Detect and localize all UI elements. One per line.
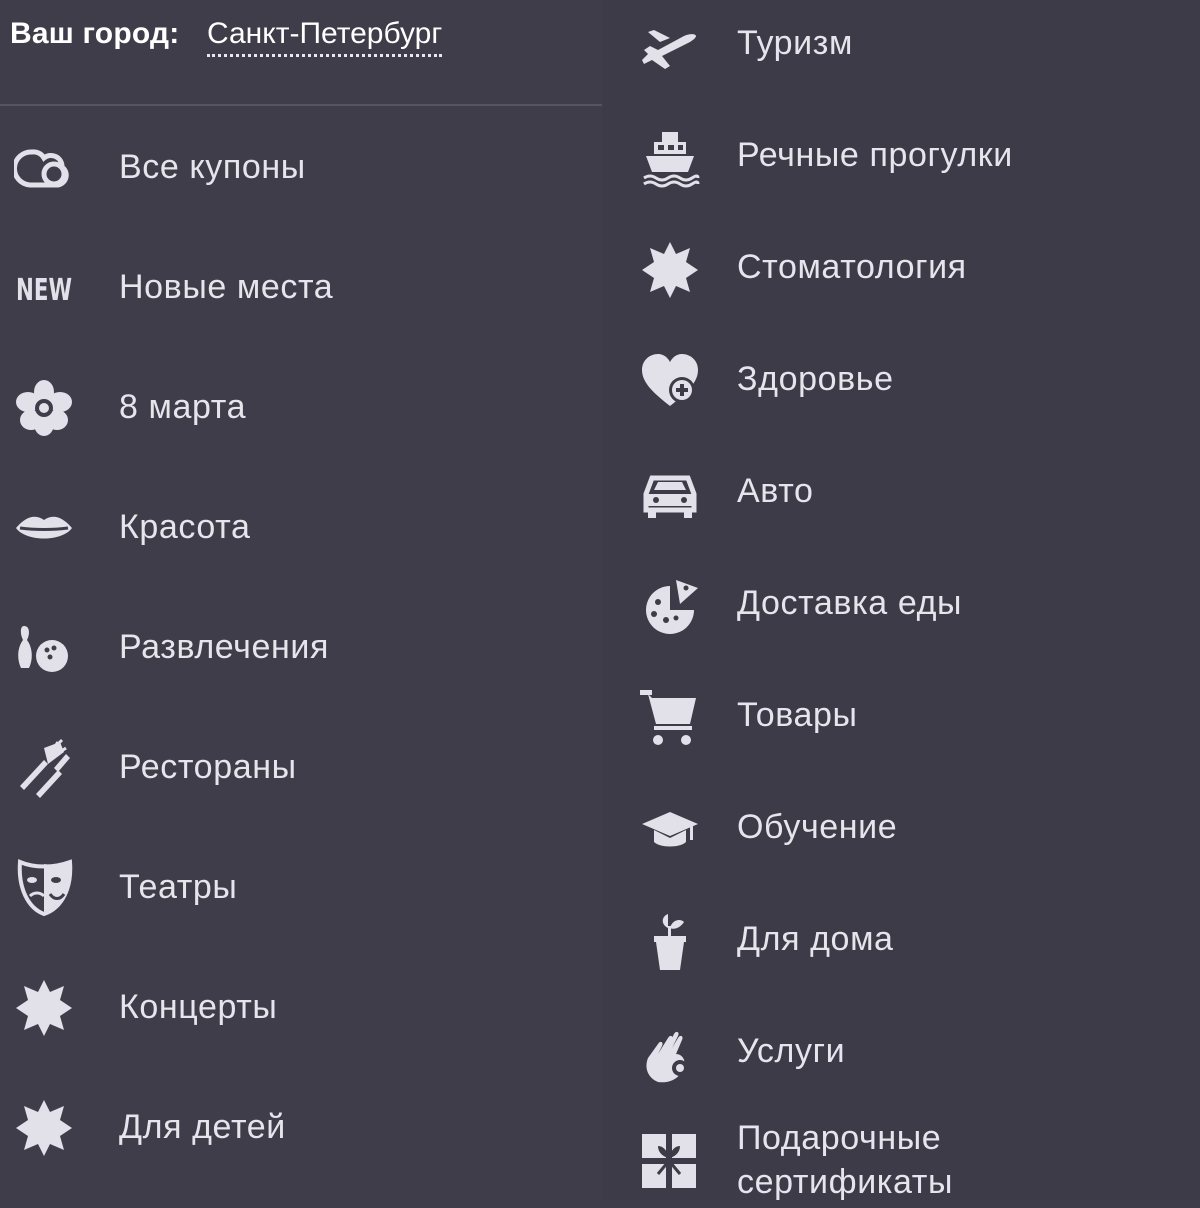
cutlery-icon — [14, 738, 74, 798]
pizza-icon — [640, 576, 700, 636]
menu-item-gift-certificates[interactable]: Подарочные сертификаты — [640, 1118, 1180, 1208]
star-burst-icon — [14, 1098, 74, 1158]
menu-item-services[interactable]: Услуги — [640, 1028, 1180, 1108]
coupons-icon — [14, 138, 74, 198]
menu-item-label: Для детей — [119, 1108, 286, 1146]
menu-item-label: Рестораны — [119, 748, 297, 786]
menu-item-all-coupons[interactable]: Все купоны — [14, 138, 584, 218]
menu-item-beauty[interactable]: Красота — [14, 498, 584, 578]
menu-item-kids[interactable]: Для детей — [14, 1098, 584, 1178]
menu-item-label: Здоровье — [737, 360, 894, 398]
ship-icon — [640, 128, 700, 188]
menu-item-label: Речные прогулки — [737, 136, 1013, 174]
menu-item-label: Для дома — [737, 920, 894, 958]
theater-mask-icon — [14, 858, 74, 918]
menu-item-label: Новые места — [119, 268, 334, 306]
menu-item-education[interactable]: Обучение — [640, 804, 1180, 884]
menu-item-label: Красота — [119, 508, 251, 546]
graduation-cap-icon — [640, 800, 700, 860]
menu-item-health[interactable]: Здоровье — [640, 354, 1180, 436]
heart-plus-icon — [640, 352, 700, 412]
menu-item-theaters[interactable]: Театры — [14, 858, 584, 938]
menu-item-label: Концерты — [119, 988, 278, 1026]
menu-item-dentistry[interactable]: Стоматология — [640, 242, 1180, 324]
hand-ok-icon — [640, 1024, 700, 1084]
menu-item-label: Доставка еды — [737, 584, 963, 622]
menu-item-label: Авто — [737, 472, 814, 510]
menu-item-label: Театры — [119, 868, 238, 906]
right-menu-column: Туризм Речные прогулки Стоматология Здор… — [602, 0, 1200, 1201]
cart-icon — [640, 688, 700, 748]
menu-item-river-cruises[interactable]: Речные прогулки — [640, 132, 1180, 212]
bowling-icon — [14, 618, 74, 678]
svg-text:NEW: NEW — [16, 273, 72, 308]
left-menu-column: Ваш город: Санкт-Петербург Все купоны NE… — [0, 0, 602, 1200]
menu-item-new-places[interactable]: NEW Новые места — [14, 258, 584, 338]
menu-item-restaurants[interactable]: Рестораны — [14, 738, 584, 818]
menu-item-label: Подарочные сертификаты — [737, 1119, 953, 1201]
menu-item-label: Все купоны — [119, 148, 306, 186]
menu-item-label: Туризм — [737, 24, 853, 62]
menu-item-label: 8 марта — [119, 388, 247, 426]
menu-item-home[interactable]: Для дома — [640, 914, 1180, 996]
menu-item-food-delivery[interactable]: Доставка еды — [640, 580, 1180, 660]
menu-item-entertainment[interactable]: Развлечения — [14, 618, 584, 698]
menu-item-label: Товары — [737, 696, 858, 734]
menu-item-goods[interactable]: Товары — [640, 690, 1180, 772]
city-label: Ваш город: — [10, 17, 180, 50]
airplane-icon — [640, 16, 700, 76]
star-burst-icon — [14, 978, 74, 1038]
menu-item-label: Стоматология — [737, 248, 967, 286]
lips-icon — [14, 498, 74, 558]
menu-item-label: Обучение — [737, 808, 898, 846]
plant-pot-icon — [640, 912, 700, 972]
menu-item-tourism[interactable]: Туризм — [640, 20, 1180, 100]
menu-item-label: Развлечения — [119, 628, 329, 666]
menu-item-concerts[interactable]: Концерты — [14, 978, 584, 1058]
menu-item-label: Услуги — [737, 1032, 846, 1070]
menu-item-march-8[interactable]: 8 марта — [14, 378, 584, 458]
new-icon: NEW — [14, 258, 74, 318]
city-dropdown[interactable]: Санкт-Петербург — [207, 17, 443, 57]
menu-item-auto[interactable]: Авто — [640, 468, 1180, 548]
car-icon — [640, 464, 700, 524]
flower-icon — [14, 378, 74, 438]
gift-icon — [640, 1132, 700, 1192]
star-burst-icon — [640, 240, 700, 300]
city-selector: Ваш город: Санкт-Петербург — [0, 0, 602, 106]
